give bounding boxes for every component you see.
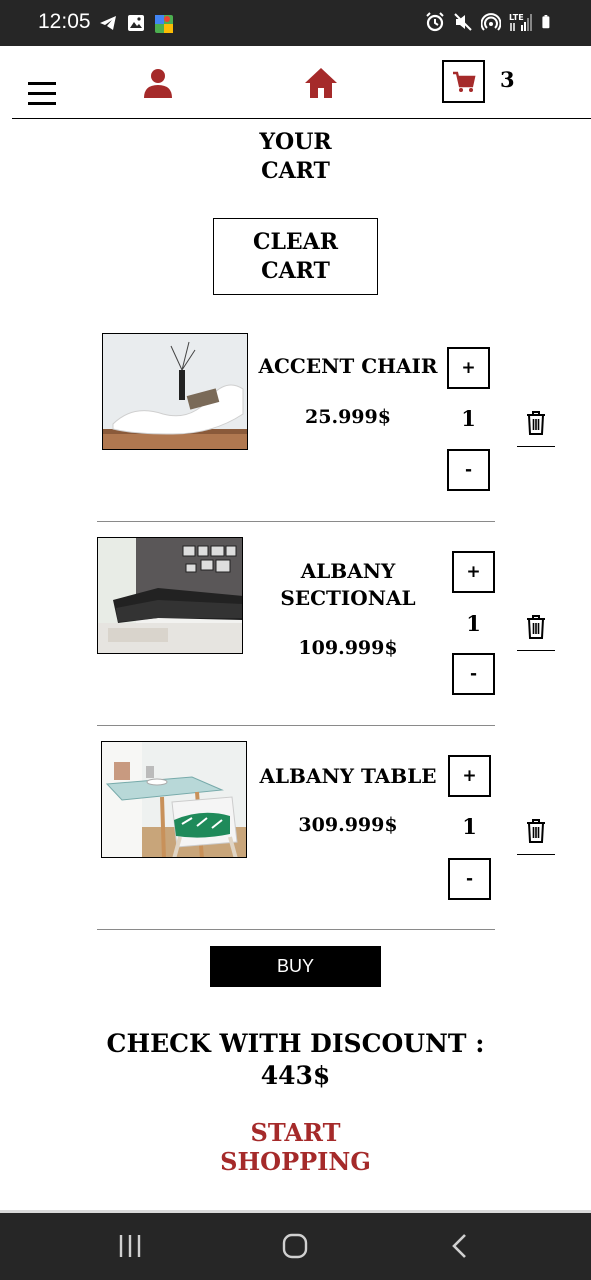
delete-item-button[interactable] — [517, 411, 555, 447]
cart-item: ALBANY SECTIONAL 109.999$ + 1 - — [0, 537, 591, 727]
cart-icon — [452, 71, 475, 92]
cart-button[interactable] — [442, 60, 485, 103]
lte-signal-icon: LTE — [509, 13, 532, 31]
header-nav: 3 — [0, 46, 591, 120]
increase-qty-button[interactable]: + — [447, 347, 490, 389]
item-divider — [97, 521, 495, 522]
menu-icon[interactable] — [28, 82, 56, 106]
decrease-qty-button[interactable]: - — [447, 449, 490, 491]
item-price: 109.999$ — [298, 637, 398, 659]
hotspot-icon — [481, 13, 501, 31]
cart-item: ALBANY TABLE 309.999$ + 1 - — [0, 741, 591, 931]
trash-icon — [527, 411, 545, 435]
back-icon[interactable] — [450, 1233, 470, 1259]
item-name: ACCENT CHAIR — [258, 354, 438, 378]
header-divider — [12, 118, 591, 119]
trash-icon — [527, 819, 545, 843]
clear-cart-button[interactable]: CLEAR CART — [213, 218, 378, 295]
item-quantity: 1 — [462, 814, 477, 839]
user-icon[interactable] — [143, 68, 173, 98]
svg-text:LTE: LTE — [509, 13, 524, 22]
item-price: 309.999$ — [298, 814, 398, 836]
item-quantity: 1 — [466, 611, 481, 636]
trash-icon — [527, 615, 545, 639]
product-image-accent-chair — [102, 333, 248, 450]
home-nav-icon[interactable] — [282, 1233, 308, 1259]
total-with-discount: CHECK WITH DISCOUNT : 443$ — [106, 1029, 485, 1090]
page-title: YOUR CART — [259, 129, 332, 184]
mute-icon — [454, 13, 472, 31]
telegram-icon — [100, 16, 116, 30]
recent-apps-icon[interactable] — [118, 1233, 142, 1259]
decrease-qty-button[interactable]: - — [452, 653, 495, 695]
item-divider — [97, 929, 495, 930]
item-name: ALBANY SECTIONAL — [280, 559, 416, 610]
increase-qty-button[interactable]: + — [448, 755, 491, 797]
buy-button[interactable]: BUY — [210, 946, 381, 987]
cart-item: ACCENT CHAIR 25.999$ + 1 - — [0, 333, 591, 523]
alarm-icon — [426, 12, 444, 32]
status-time: 12:05 — [38, 10, 91, 33]
product-image-albany-table — [101, 741, 247, 858]
decrease-qty-button[interactable]: - — [448, 858, 491, 900]
item-price: 25.999$ — [305, 406, 391, 428]
battery-icon — [542, 15, 550, 29]
start-shopping-link[interactable]: START SHOPPING — [0, 1118, 591, 1176]
delete-item-button[interactable] — [517, 615, 555, 651]
gallery-icon — [128, 15, 144, 31]
item-divider — [97, 725, 495, 726]
maps-icon — [155, 15, 173, 33]
system-nav-bar — [0, 1210, 591, 1280]
increase-qty-button[interactable]: + — [452, 551, 495, 593]
item-quantity: 1 — [461, 406, 476, 431]
item-name: ALBANY TABLE — [259, 764, 437, 788]
product-image-albany-sectional — [97, 537, 243, 654]
delete-item-button[interactable] — [517, 819, 555, 855]
cart-count: 3 — [500, 67, 515, 92]
home-icon[interactable] — [304, 67, 338, 99]
status-bar: 12:05 LTE — [0, 0, 591, 46]
